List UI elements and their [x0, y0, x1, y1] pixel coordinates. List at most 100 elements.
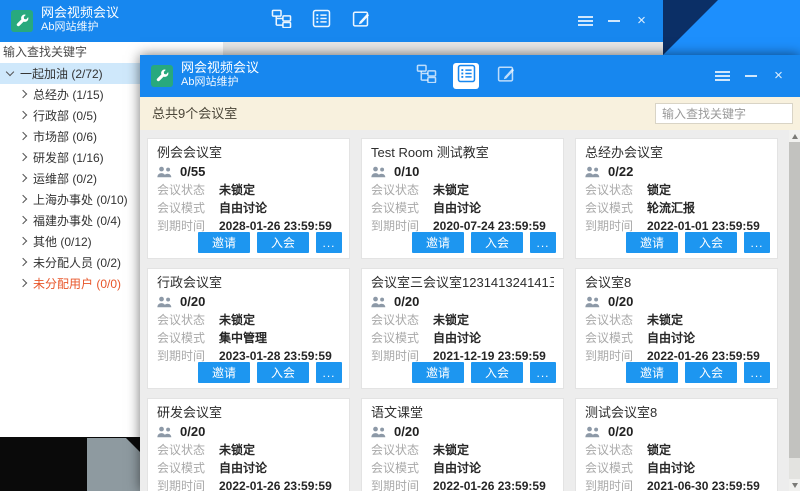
mode-row: 会议模式 自由讨论 — [585, 329, 768, 347]
sidebar-search-input[interactable] — [0, 42, 138, 61]
tree-item[interactable]: 未分配用户 (0/0) — [0, 273, 140, 294]
room-name: 语文课堂 — [371, 403, 554, 422]
tree-item[interactable]: 上海办事处 (0/10) — [0, 189, 140, 210]
org-chart-icon[interactable] — [413, 63, 439, 89]
tree-item[interactable]: 行政部 (0/5) — [0, 105, 140, 126]
mode-label: 会议模式 — [585, 329, 639, 347]
participant-count: 0/20 — [180, 424, 205, 439]
room-name: 测试会议室8 — [585, 403, 768, 422]
participant-count-row: 0/20 — [371, 292, 554, 311]
mode-label: 会议模式 — [371, 459, 425, 477]
card-actions: 邀请 入会 ... — [412, 232, 556, 253]
chevron-icon — [6, 68, 14, 76]
tree-item[interactable]: 福建办事处 (0/4) — [0, 210, 140, 231]
tree-item[interactable]: 运维部 (0/2) — [0, 168, 140, 189]
invite-button[interactable]: 邀请 — [626, 232, 678, 253]
tree-item[interactable]: 其他 (0/12) — [0, 231, 140, 252]
join-button[interactable]: 入会 — [257, 362, 309, 383]
minimize-button[interactable] — [743, 69, 758, 83]
room-card: 研发会议室 0/20 会议状态 未锁定 会议模式 自由讨论 到期时间 2022-… — [147, 398, 350, 491]
more-button[interactable]: ... — [530, 232, 556, 253]
card-actions: 邀请 入会 ... — [198, 232, 342, 253]
scroll-up-button[interactable] — [789, 130, 800, 142]
app-title: 网会视频会议 — [41, 5, 119, 21]
participants-icon — [585, 426, 601, 438]
menu-button[interactable] — [578, 14, 593, 28]
expire-label: 到期时间 — [585, 477, 639, 491]
join-button[interactable]: 入会 — [257, 232, 309, 253]
fg-title-block: 网会视频会议 Ab网站维护 — [181, 60, 259, 90]
tree-item[interactable]: 一起加油 (2/72) — [0, 63, 140, 84]
invite-button[interactable]: 邀请 — [412, 362, 464, 383]
tree-item[interactable]: 未分配人员 (0/2) — [0, 252, 140, 273]
participant-count-row: 0/20 — [585, 292, 768, 311]
menu-button[interactable] — [715, 69, 730, 83]
chevron-icon — [19, 90, 27, 98]
expire-row: 到期时间 2021-06-30 23:59:59 — [585, 477, 768, 491]
status-row: 会议状态 锁定 — [585, 441, 768, 459]
participant-count: 0/20 — [608, 424, 633, 439]
card-actions: 邀请 入会 ... — [626, 362, 770, 383]
edit-meeting-icon[interactable] — [348, 8, 374, 34]
more-button[interactable]: ... — [530, 362, 556, 383]
join-button[interactable]: 入会 — [685, 232, 737, 253]
invite-button[interactable]: 邀请 — [626, 362, 678, 383]
status-row: 会议状态 未锁定 — [157, 311, 340, 329]
status-label: 会议状态 — [157, 181, 211, 199]
app-title: 网会视频会议 — [181, 60, 259, 76]
mode-label: 会议模式 — [371, 199, 425, 217]
room-card: 会议室8 0/20 会议状态 未锁定 会议模式 自由讨论 到期时间 2022-0… — [575, 268, 778, 389]
room-card: 语文课堂 0/20 会议状态 未锁定 会议模式 自由讨论 到期时间 2022-0… — [361, 398, 564, 491]
mode-label: 会议模式 — [585, 459, 639, 477]
org-tree: 一起加油 (2/72) 总经办 (1/15) 行政部 (0/5) 市场部 (0/… — [0, 63, 140, 294]
edit-meeting-icon[interactable] — [493, 63, 519, 89]
invite-button[interactable]: 邀请 — [198, 232, 250, 253]
room-grid: 例会会议室 0/55 会议状态 未锁定 会议模式 自由讨论 到期时间 2028-… — [147, 138, 800, 491]
close-button[interactable]: × — [634, 14, 649, 28]
room-name: 会议室三会议室123141324141三会... — [371, 273, 554, 292]
participants-icon — [371, 426, 387, 438]
arrow-up-icon — [792, 134, 798, 139]
wallpaper-slate-stripe — [0, 437, 140, 491]
mode-value: 自由讨论 — [433, 329, 481, 347]
tree-item-label: 上海办事处 (0/10) — [33, 191, 128, 208]
meeting-list-icon-selected[interactable] — [453, 63, 479, 89]
status-row: 会议状态 未锁定 — [371, 311, 554, 329]
room-card: 总经办会议室 0/22 会议状态 锁定 会议模式 轮流汇报 到期时间 2022-… — [575, 138, 778, 259]
invite-button[interactable]: 邀请 — [412, 232, 464, 253]
join-button[interactable]: 入会 — [471, 232, 523, 253]
mode-label: 会议模式 — [157, 459, 211, 477]
scrollbar[interactable] — [789, 130, 800, 491]
bg-toolbar — [268, 8, 374, 34]
participants-icon — [157, 426, 173, 438]
mode-row: 会议模式 轮流汇报 — [585, 199, 768, 217]
more-button[interactable]: ... — [316, 232, 342, 253]
invite-button[interactable]: 邀请 — [198, 362, 250, 383]
minimize-button[interactable] — [606, 14, 621, 28]
tree-item[interactable]: 市场部 (0/6) — [0, 126, 140, 147]
participant-count: 0/20 — [608, 294, 633, 309]
meeting-list-icon[interactable] — [308, 8, 334, 34]
scroll-thumb[interactable] — [789, 142, 800, 458]
meeting-list-window: 网会视频会议 Ab网站维护 × 总共9个会议室 例会会议室 — [140, 55, 800, 491]
close-button[interactable]: × — [771, 69, 786, 83]
mode-value: 自由讨论 — [219, 459, 267, 477]
more-button[interactable]: ... — [744, 232, 770, 253]
participants-icon — [585, 296, 601, 308]
scroll-down-button[interactable] — [789, 479, 800, 491]
org-chart-icon[interactable] — [268, 8, 294, 34]
tree-item[interactable]: 总经办 (1/15) — [0, 84, 140, 105]
more-button[interactable]: ... — [316, 362, 342, 383]
join-button[interactable]: 入会 — [685, 362, 737, 383]
expire-value: 2022-01-26 23:59:59 — [433, 477, 546, 491]
join-button[interactable]: 入会 — [471, 362, 523, 383]
more-button[interactable]: ... — [744, 362, 770, 383]
mode-row: 会议模式 自由讨论 — [157, 199, 340, 217]
participant-count: 0/10 — [394, 164, 419, 179]
room-search-input[interactable] — [655, 103, 793, 124]
mode-row: 会议模式 自由讨论 — [157, 459, 340, 477]
app-logo — [11, 10, 33, 32]
participant-count-row: 0/55 — [157, 162, 340, 181]
tree-item[interactable]: 研发部 (1/16) — [0, 147, 140, 168]
card-actions: 邀请 入会 ... — [626, 232, 770, 253]
